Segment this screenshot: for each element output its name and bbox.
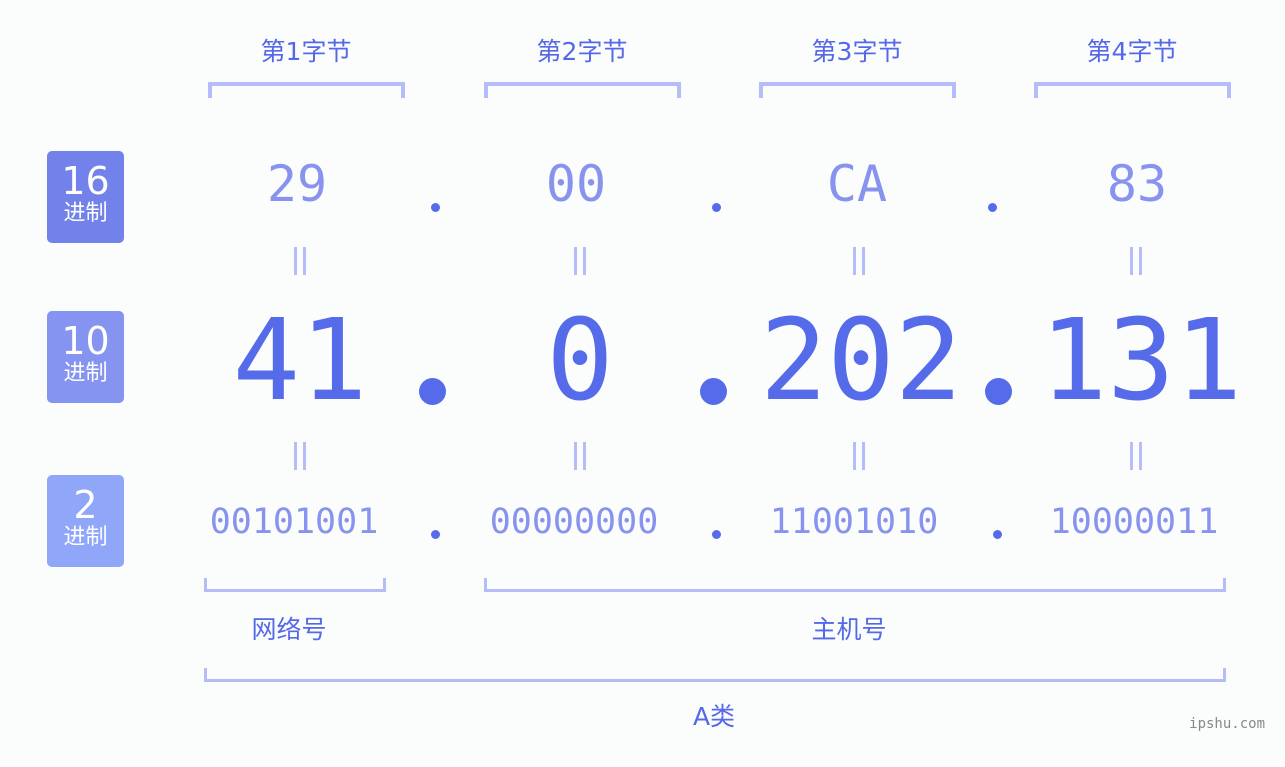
decimal-badge-number: 10 <box>61 319 110 363</box>
decimal-separator-dot <box>419 378 446 405</box>
byte-header-4: 第4字节 <box>1086 37 1178 66</box>
binary-separator-dot <box>431 530 440 539</box>
decimal-value-4: 131 <box>1039 296 1243 426</box>
decimal-value-1: 41 <box>232 296 368 426</box>
decimal-separator-dot <box>985 378 1012 405</box>
hex-value-1: 29 <box>266 155 328 213</box>
binary-badge-label: 进制 <box>63 525 108 550</box>
equals-icon <box>1126 442 1146 470</box>
byte-bracket-4 <box>1034 82 1231 98</box>
binary-value-3: 11001010 <box>769 502 939 542</box>
hex-value-2: 00 <box>545 155 607 213</box>
watermark: ipshu.com <box>1189 716 1265 732</box>
binary-separator-dot <box>712 530 721 539</box>
byte-bracket-3 <box>759 82 956 98</box>
equals-icon <box>1126 247 1146 275</box>
binary-badge-number: 2 <box>73 483 98 527</box>
host-bracket <box>484 578 1226 592</box>
network-label: 网络号 <box>251 615 327 644</box>
hex-separator-dot <box>988 203 997 212</box>
byte-header-2: 第2字节 <box>536 37 628 66</box>
equals-icon <box>290 442 310 470</box>
byte-bracket-1 <box>208 82 405 98</box>
equals-icon <box>570 442 590 470</box>
equals-icon <box>849 442 869 470</box>
equals-icon <box>570 247 590 275</box>
hex-badge-number: 16 <box>61 159 110 203</box>
network-bracket <box>204 578 386 592</box>
binary-separator-dot <box>993 530 1002 539</box>
class-bracket <box>204 668 1226 682</box>
decimal-separator-dot <box>700 378 727 405</box>
class-label: A类 <box>692 702 736 731</box>
hex-value-3: CA <box>826 155 888 213</box>
decimal-value-3: 202 <box>759 296 963 426</box>
byte-bracket-2 <box>484 82 681 98</box>
binary-badge: 2 进制 <box>47 475 124 567</box>
byte-header-1: 第1字节 <box>260 37 352 66</box>
equals-icon <box>290 247 310 275</box>
hex-separator-dot <box>712 203 721 212</box>
hex-badge-label: 进制 <box>63 201 108 226</box>
hex-badge: 16 进制 <box>47 151 124 243</box>
decimal-badge: 10 进制 <box>47 311 124 403</box>
byte-header-3: 第3字节 <box>811 37 903 66</box>
binary-value-2: 00000000 <box>489 502 659 542</box>
decimal-value-2: 0 <box>546 296 614 426</box>
hex-value-4: 83 <box>1106 155 1168 213</box>
decimal-badge-label: 进制 <box>63 361 108 386</box>
equals-icon <box>849 247 869 275</box>
hex-separator-dot <box>431 203 440 212</box>
host-label: 主机号 <box>811 615 887 644</box>
binary-value-4: 10000011 <box>1049 502 1219 542</box>
binary-value-1: 00101001 <box>209 502 379 542</box>
